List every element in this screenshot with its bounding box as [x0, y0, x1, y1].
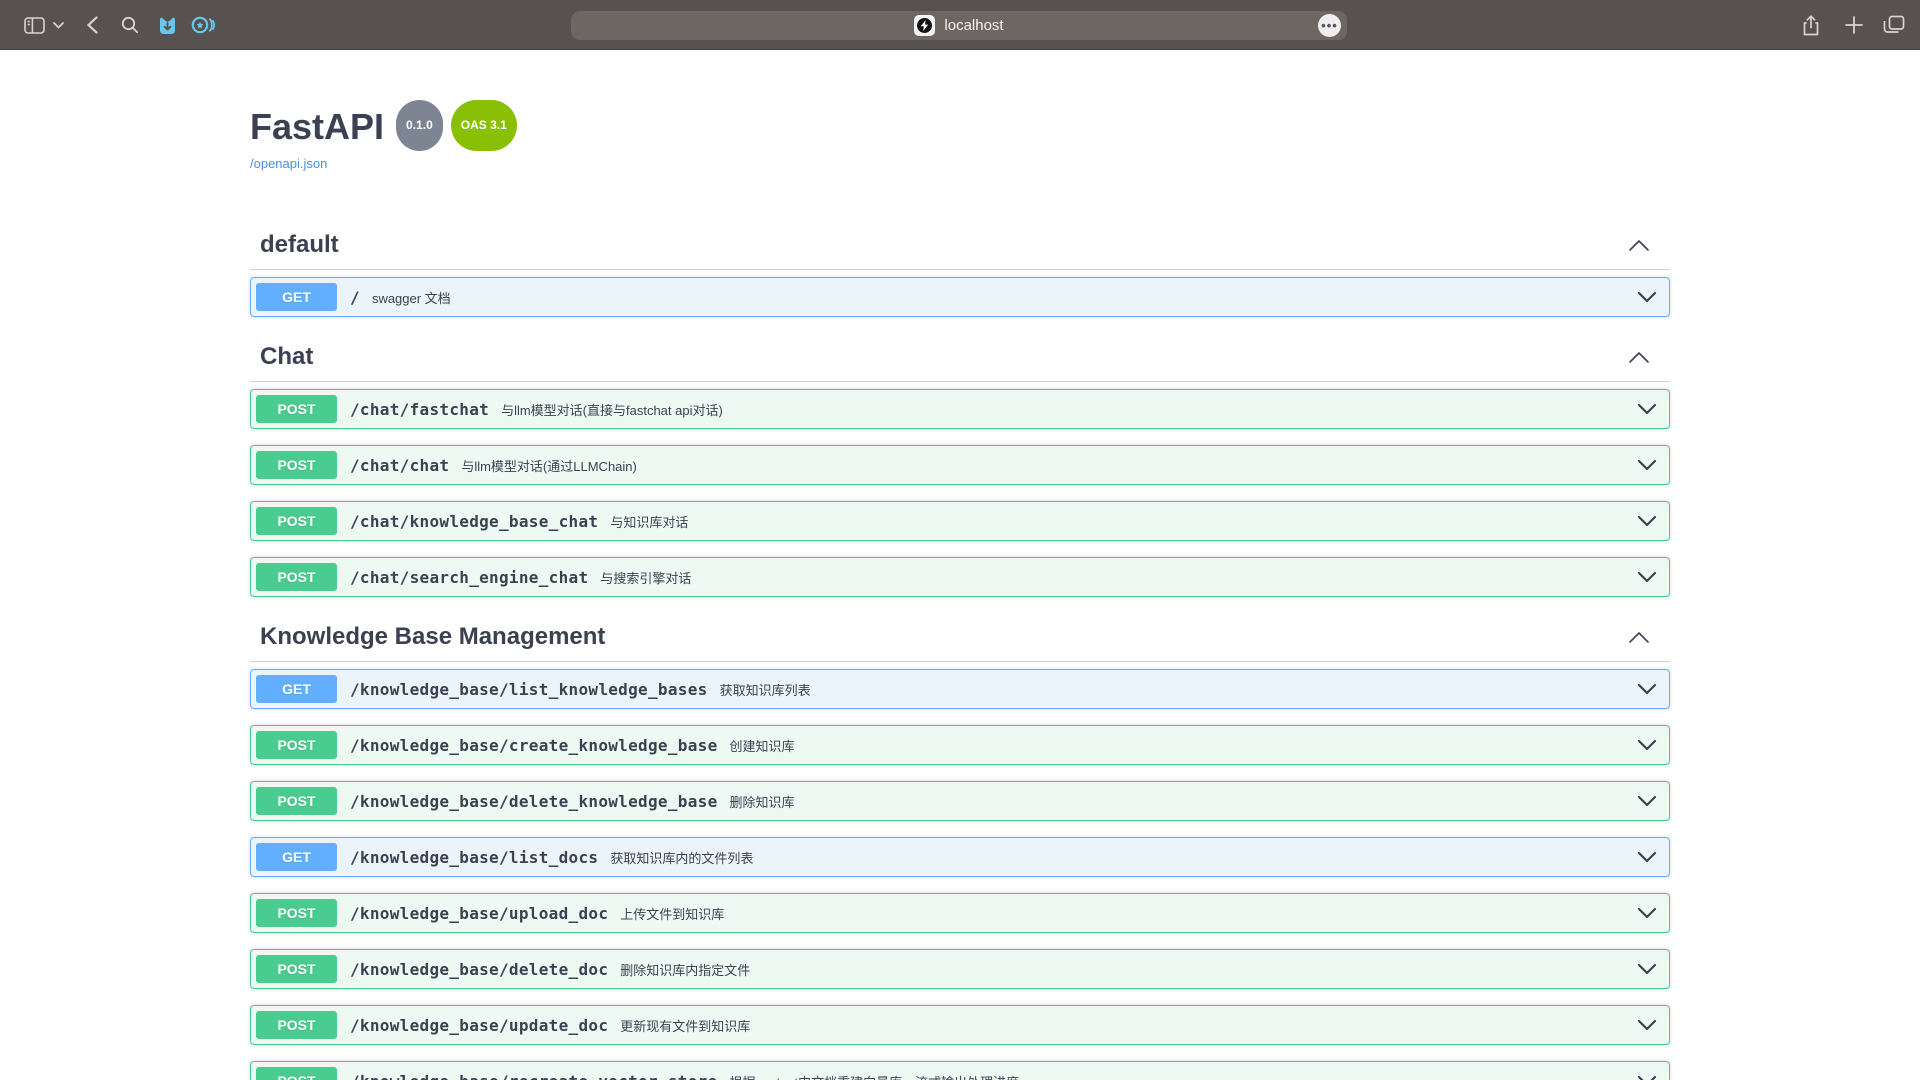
endpoint-row[interactable]: POST /chat/search_engine_chat 与搜索引擎对话	[250, 557, 1670, 597]
method-badge: GET	[256, 843, 337, 871]
method-badge: GET	[256, 675, 337, 703]
new-tab-icon[interactable]	[1841, 0, 1867, 50]
method-badge: POST	[256, 1011, 337, 1039]
endpoint-path: /knowledge_base/list_docs	[350, 848, 598, 867]
chevron-down-icon[interactable]	[1637, 571, 1657, 583]
chevron-down-icon[interactable]	[1637, 1075, 1657, 1080]
extension-broadcast-icon[interactable]	[190, 0, 216, 50]
endpoint-path: /chat/fastchat	[350, 400, 489, 419]
endpoint-row[interactable]: POST /knowledge_base/delete_doc 删除知识库内指定…	[250, 949, 1670, 989]
endpoint-description: 与llm模型对话(通过LLMChain)	[461, 456, 637, 475]
section-title: Chat	[260, 343, 313, 371]
endpoint-description: 删除知识库内指定文件	[620, 960, 750, 979]
endpoint-path: /knowledge_base/recreate_vector_store	[350, 1072, 718, 1080]
endpoint-row[interactable]: POST /knowledge_base/delete_knowledge_ba…	[250, 781, 1670, 821]
tab-overview-icon[interactable]	[1880, 0, 1908, 50]
endpoint-row[interactable]: POST /knowledge_base/recreate_vector_sto…	[250, 1061, 1670, 1080]
chevron-down-icon[interactable]	[1637, 963, 1657, 975]
endpoint-path: /	[350, 288, 360, 307]
chevron-down-icon[interactable]	[1637, 291, 1657, 303]
chevron-down-icon[interactable]	[1637, 683, 1657, 695]
section-knowledge-base-management: Knowledge Base Management GET /knowledge…	[250, 613, 1670, 1080]
version-badge: 0.1.0	[396, 100, 443, 151]
share-icon[interactable]	[1798, 0, 1824, 50]
endpoint-row[interactable]: GET /knowledge_base/list_docs 获取知识库内的文件列…	[250, 837, 1670, 877]
search-icon[interactable]	[119, 0, 141, 50]
api-info: FastAPI 0.1.0OAS 3.1 /openapi.json	[250, 100, 1670, 173]
endpoint-path: /chat/knowledge_base_chat	[350, 512, 598, 531]
endpoint-row[interactable]: POST /knowledge_base/update_doc 更新现有文件到知…	[250, 1005, 1670, 1045]
openapi-spec-link[interactable]: /openapi.json	[250, 156, 327, 171]
sidebar-icon[interactable]	[22, 0, 46, 50]
section-header-knowledge-base-management[interactable]: Knowledge Base Management	[250, 613, 1670, 662]
endpoint-path: /knowledge_base/delete_knowledge_base	[350, 792, 718, 811]
endpoint-path: /knowledge_base/update_doc	[350, 1016, 608, 1035]
endpoint-path: /chat/chat	[350, 456, 449, 475]
method-badge: POST	[256, 507, 337, 535]
section-header-default[interactable]: default	[250, 221, 1670, 270]
chevron-down-icon[interactable]	[1637, 907, 1657, 919]
endpoint-row[interactable]: POST /chat/fastchat 与llm模型对话(直接与fastchat…	[250, 389, 1670, 429]
endpoint-description: 更新现有文件到知识库	[620, 1016, 750, 1035]
endpoint-description: 获取知识库列表	[720, 680, 811, 699]
chevron-down-icon[interactable]	[1637, 739, 1657, 751]
section-chat: Chat POST /chat/fastchat 与llm模型对话(直接与fas…	[250, 333, 1670, 597]
url-text: localhost	[944, 17, 1003, 34]
oas-badge: OAS 3.1	[451, 100, 517, 151]
endpoint-description: 根据content中文档重建向量库，流式输出处理进度。	[730, 1072, 1033, 1080]
endpoint-description: 创建知识库	[730, 736, 795, 755]
method-badge: POST	[256, 955, 337, 983]
endpoint-path: /knowledge_base/list_knowledge_bases	[350, 680, 708, 699]
address-bar[interactable]: localhost •••	[571, 11, 1347, 40]
chevron-down-icon[interactable]	[1637, 459, 1657, 471]
chevron-down-icon[interactable]	[1637, 403, 1657, 415]
method-badge: POST	[256, 1067, 337, 1080]
extension-bookmark-icon[interactable]	[155, 0, 179, 50]
chevron-down-icon[interactable]	[1637, 795, 1657, 807]
method-badge: POST	[256, 395, 337, 423]
endpoint-row[interactable]: POST /chat/knowledge_base_chat 与知识库对话	[250, 501, 1670, 541]
endpoint-description: 与llm模型对话(直接与fastchat api对话)	[501, 400, 723, 419]
chevron-down-icon[interactable]	[1637, 1019, 1657, 1031]
endpoint-row[interactable]: POST /knowledge_base/create_knowledge_ba…	[250, 725, 1670, 765]
endpoint-description: 与知识库对话	[610, 512, 688, 531]
swagger-page: FastAPI 0.1.0OAS 3.1 /openapi.json defaul…	[230, 100, 1690, 1080]
section-default: default GET / swagger 文档	[250, 221, 1670, 317]
endpoint-row[interactable]: POST /knowledge_base/upload_doc 上传文件到知识库	[250, 893, 1670, 933]
method-badge: POST	[256, 731, 337, 759]
endpoint-description: 删除知识库	[730, 792, 795, 811]
endpoint-description: 上传文件到知识库	[620, 904, 724, 923]
method-badge: POST	[256, 787, 337, 815]
chevron-down-icon[interactable]	[1637, 515, 1657, 527]
more-options-icon[interactable]: •••	[1318, 14, 1341, 37]
page-title: FastAPI 0.1.0OAS 3.1	[250, 100, 1670, 151]
back-icon[interactable]	[82, 0, 102, 50]
chevron-up-icon[interactable]	[1628, 351, 1650, 364]
method-badge: GET	[256, 283, 337, 311]
endpoint-row[interactable]: POST /chat/chat 与llm模型对话(通过LLMChain)	[250, 445, 1670, 485]
section-header-chat[interactable]: Chat	[250, 333, 1670, 382]
endpoint-row[interactable]: GET / swagger 文档	[250, 277, 1670, 317]
endpoint-description: 获取知识库内的文件列表	[610, 848, 753, 867]
site-favicon	[914, 15, 935, 36]
endpoint-path: /chat/search_engine_chat	[350, 568, 588, 587]
section-title: default	[260, 231, 339, 259]
browser-toolbar: localhost •••	[0, 0, 1920, 50]
chevron-down-icon[interactable]	[1637, 851, 1657, 863]
section-title: Knowledge Base Management	[260, 623, 605, 651]
api-title-text: FastAPI	[250, 106, 384, 147]
chevron-up-icon[interactable]	[1628, 239, 1650, 252]
endpoint-path: /knowledge_base/delete_doc	[350, 960, 608, 979]
endpoint-path: /knowledge_base/create_knowledge_base	[350, 736, 718, 755]
method-badge: POST	[256, 563, 337, 591]
chevron-up-icon[interactable]	[1628, 631, 1650, 644]
method-badge: POST	[256, 899, 337, 927]
endpoint-description: 与搜索引擎对话	[600, 568, 691, 587]
endpoint-path: /knowledge_base/upload_doc	[350, 904, 608, 923]
tab-groups-chevron-icon[interactable]	[50, 0, 66, 50]
endpoint-description: swagger 文档	[372, 288, 451, 307]
endpoint-row[interactable]: GET /knowledge_base/list_knowledge_bases…	[250, 669, 1670, 709]
method-badge: POST	[256, 451, 337, 479]
